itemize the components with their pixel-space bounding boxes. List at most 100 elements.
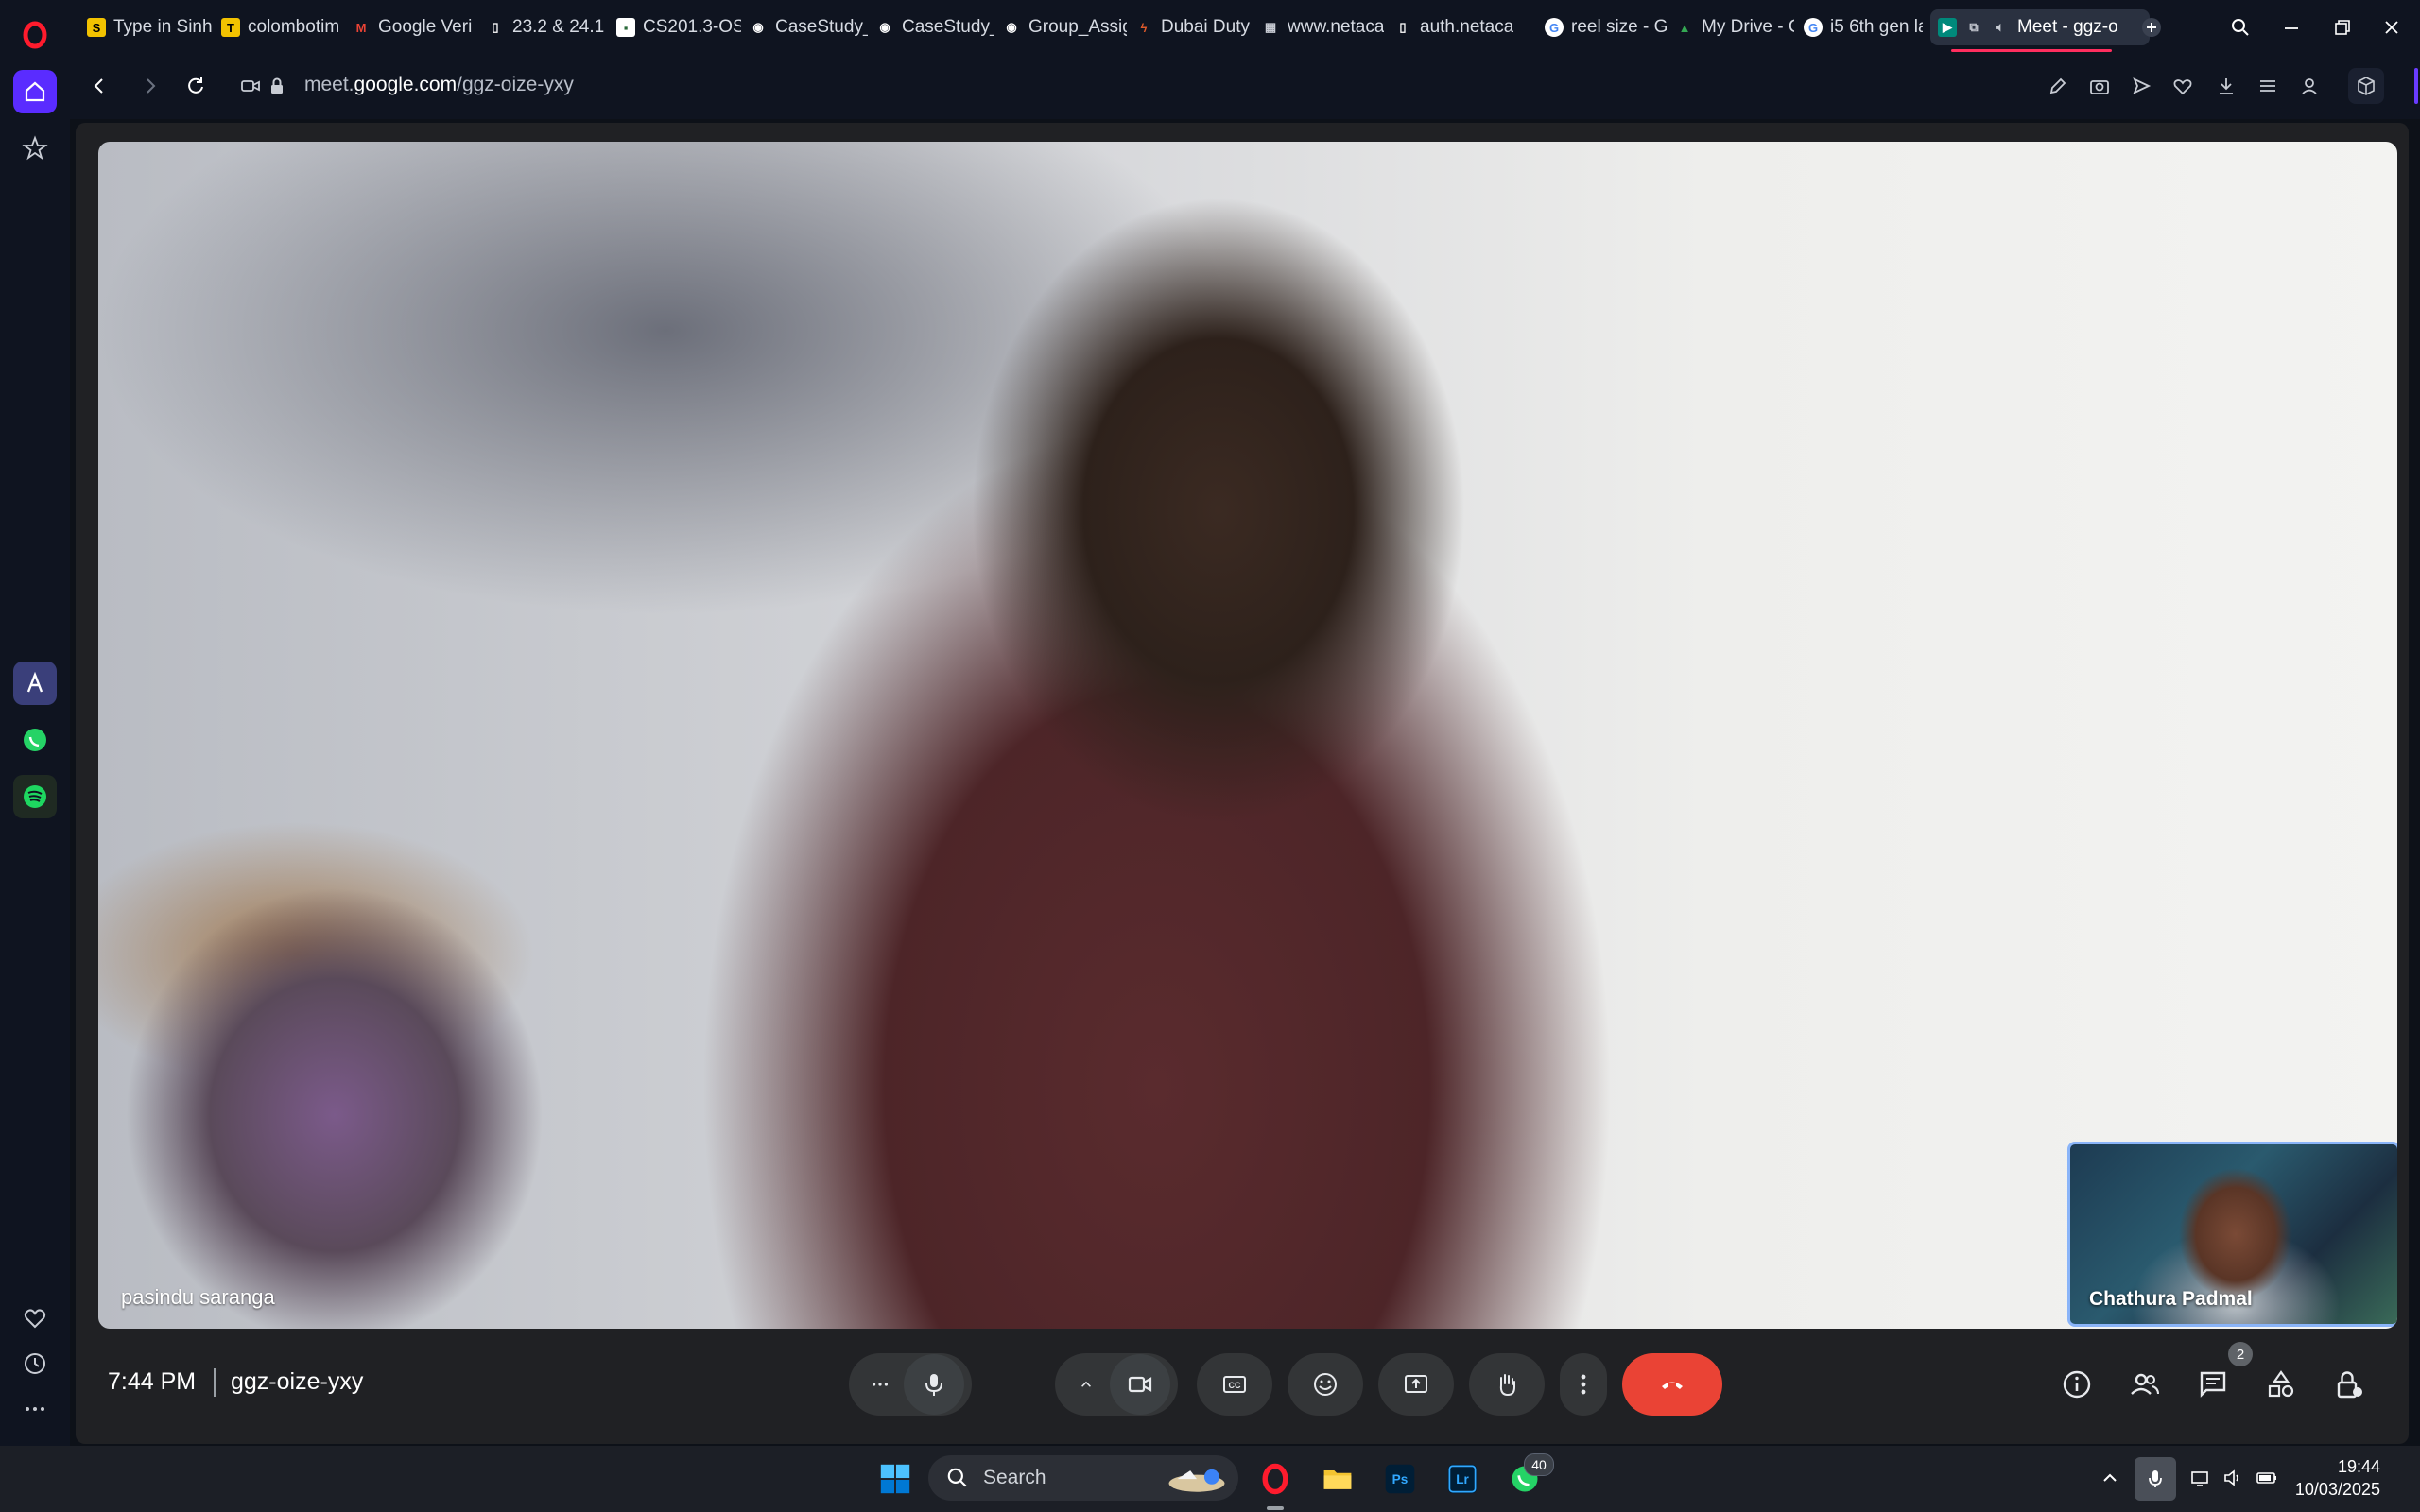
heart-icon[interactable] — [13, 1297, 57, 1340]
chat-button[interactable] — [2191, 1363, 2235, 1406]
opera-logo-icon[interactable] — [13, 13, 57, 57]
show-hidden-icons-button[interactable] — [2097, 1465, 2123, 1491]
people-button[interactable] — [2123, 1363, 2167, 1406]
chat-icon — [2200, 1371, 2226, 1398]
back-button[interactable] — [81, 68, 117, 104]
gmail-icon: M — [355, 20, 367, 35]
clock-date: 10/03/2025 — [2294, 1480, 2380, 1499]
volume-icon[interactable] — [2220, 1465, 2246, 1491]
self-video-tile[interactable]: Chathura Padmal — [2067, 1142, 2397, 1327]
tab-2[interactable]: Tcolombotim — [214, 9, 350, 45]
profile-icon[interactable] — [2291, 68, 2327, 104]
battery-icon[interactable] — [2254, 1465, 2280, 1491]
clock-time: 19:44 — [2337, 1457, 2380, 1476]
photoshop-icon[interactable]: Ps — [1376, 1455, 1424, 1503]
forward-button[interactable] — [132, 68, 168, 104]
main-participant-video[interactable]: pasindu saranga Chathura Padmal — [98, 142, 2397, 1329]
meeting-code: ggz-oize-yxy — [231, 1368, 364, 1395]
opera-taskbar-icon[interactable] — [1252, 1455, 1299, 1503]
activities-button[interactable] — [2259, 1363, 2303, 1406]
snapshot-camera-icon[interactable] — [2082, 68, 2118, 104]
tab-10[interactable]: ▦ www.netaca — [1253, 9, 1386, 45]
doc-icon: S — [87, 18, 106, 37]
file-explorer-icon[interactable] — [1314, 1455, 1361, 1503]
captions-button[interactable]: CC — [1197, 1353, 1272, 1416]
speaker-icon: 🔈︎ — [1996, 20, 2004, 34]
audio-options-button[interactable] — [856, 1373, 904, 1396]
meet-icon: ▶ — [1938, 18, 1957, 37]
whatsapp-icon[interactable] — [13, 718, 57, 762]
lock-icon[interactable] — [259, 68, 295, 104]
self-participant-name: Chathura Padmal — [2089, 1288, 2253, 1310]
windows-start-icon[interactable] — [872, 1455, 919, 1503]
tab-8[interactable]: ◉ Group_Assig — [994, 9, 1127, 45]
emoji-icon — [1314, 1373, 1337, 1396]
camera-button[interactable] — [1110, 1354, 1170, 1415]
tab-5[interactable]: ▪ CS201.3-OS — [609, 9, 741, 45]
host-lock-icon — [2337, 1371, 2362, 1399]
info-icon — [2063, 1370, 2091, 1399]
meeting-details-button[interactable] — [2055, 1363, 2099, 1406]
system-clock[interactable]: 19:44 10/03/2025 — [2295, 1455, 2380, 1501]
leave-call-button[interactable] — [1622, 1353, 1722, 1416]
present-screen-icon — [1405, 1375, 1427, 1393]
restore-button[interactable] — [2324, 11, 2361, 43]
globe-icon: ◉ — [879, 20, 890, 34]
url-field[interactable]: meet.google.com/ggz-oize-yxy — [304, 74, 574, 96]
send-icon[interactable] — [2123, 68, 2159, 104]
host-controls-button[interactable] — [2327, 1363, 2371, 1406]
tab-13[interactable]: ▲ My Drive - C — [1668, 9, 1794, 45]
history-icon[interactable] — [13, 1342, 57, 1385]
video-options-button[interactable] — [1063, 1374, 1110, 1395]
search-icon — [947, 1468, 967, 1487]
raise-hand-button[interactable] — [1469, 1353, 1545, 1416]
site-icon: ϟ — [1140, 20, 1148, 35]
opera-sidebar — [0, 0, 70, 1446]
site-icon: ▪ — [616, 18, 635, 37]
lightroom-icon[interactable]: Lr — [1439, 1455, 1486, 1503]
tab-6[interactable]: ◉ CaseStudy_ — [741, 9, 868, 45]
minimize-button[interactable] — [2273, 11, 2310, 43]
site-icon: ▦ — [1264, 20, 1277, 34]
extensions-box-icon[interactable] — [2348, 68, 2384, 104]
tab-9[interactable]: ϟ Dubai Duty — [1127, 9, 1253, 45]
sidebar-edge-indicator — [2414, 68, 2418, 104]
tab-audio-indicator — [1951, 49, 2112, 52]
tab-7[interactable]: ◉ CaseStudy_ — [868, 9, 994, 45]
spotify-icon[interactable] — [13, 775, 57, 818]
download-icon[interactable] — [2208, 68, 2244, 104]
address-bar: meet.google.com/ggz-oize-yxy — [70, 53, 2420, 119]
google-icon: G — [1545, 18, 1564, 37]
home-icon[interactable] — [13, 70, 57, 113]
tab-3[interactable]: M Google Veri — [344, 9, 478, 45]
microphone-button[interactable] — [904, 1354, 964, 1415]
taskbar-search[interactable]: Search — [928, 1455, 1238, 1501]
search-highlight-icon — [1168, 1469, 1225, 1492]
speed-dial-star-icon[interactable] — [13, 127, 57, 170]
main-participant-name: pasindu saranga — [121, 1285, 275, 1309]
new-tab-button[interactable] — [2133, 11, 2170, 43]
bookmark-heart-icon[interactable] — [2165, 68, 2201, 104]
close-window-button[interactable] — [2373, 11, 2411, 43]
edit-icon[interactable] — [2040, 68, 2076, 104]
tab-12[interactable]: Greel size - G — [1537, 9, 1668, 45]
present-screen-button[interactable] — [1378, 1353, 1454, 1416]
tab-1[interactable]: S Type in Sinh — [79, 9, 212, 45]
tab-meet-active[interactable]: ▶ ⧉ 🔈︎ Meet - ggz-o — [1930, 9, 2150, 45]
whatsapp-notification-badge: 40 — [1524, 1453, 1554, 1476]
easy-setup-icon[interactable] — [2250, 68, 2286, 104]
tab-11[interactable]: ▯ auth.netaca — [1386, 9, 1516, 45]
people-icon — [2131, 1373, 2159, 1395]
mic-in-use-button[interactable] — [2135, 1457, 2176, 1501]
reload-button[interactable] — [178, 68, 214, 104]
tab-4[interactable]: ▯ 23.2 & 24.1 — [478, 9, 609, 45]
tab-14[interactable]: Gi5 6th gen la — [1796, 9, 1923, 45]
mic-group — [849, 1353, 972, 1416]
reactions-button[interactable] — [1288, 1353, 1363, 1416]
network-icon[interactable] — [2187, 1465, 2214, 1491]
search-tabs-icon[interactable] — [2221, 11, 2259, 43]
search-placeholder: Search — [983, 1467, 1046, 1488]
more-options-button[interactable] — [1560, 1353, 1607, 1416]
more-icon[interactable] — [13, 1387, 57, 1431]
aria-icon[interactable] — [13, 662, 57, 705]
